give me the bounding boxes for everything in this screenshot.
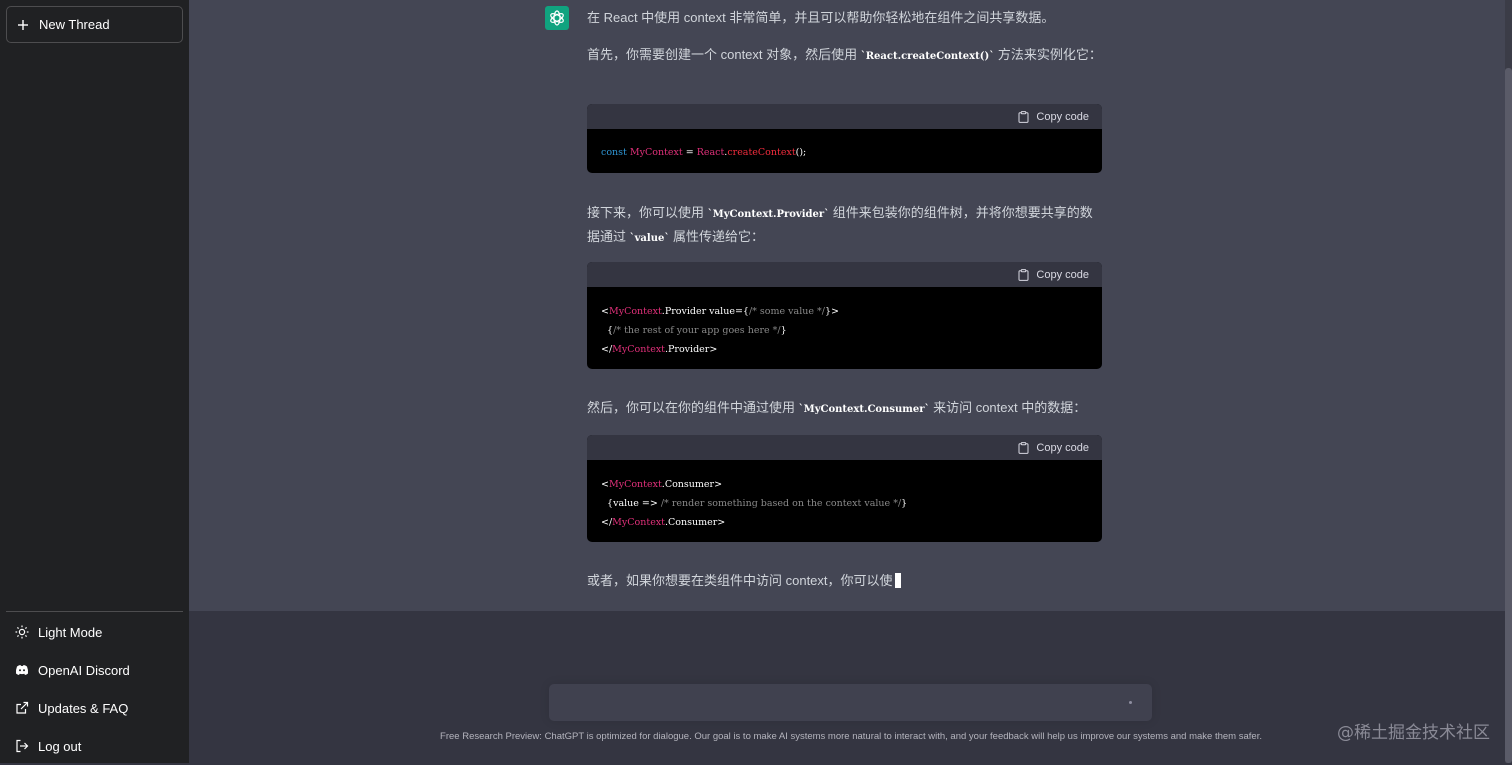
updates-faq-link[interactable]: Updates & FAQ [6,689,183,727]
new-thread-button[interactable]: New Thread [6,6,183,43]
copy-code-label: Copy code [1036,110,1089,123]
paragraph-3: 接下来，你可以使用 `MyContext.Provider` 组件来包装你的组件… [587,205,1093,244]
sun-icon [15,625,29,639]
typing-cursor [894,573,901,588]
copy-code-label: Copy code [1036,268,1089,281]
code-content: const MyContext = React.createContext(); [601,147,807,158]
plus-icon [18,19,28,30]
copy-code-button[interactable]: Copy code [587,435,1102,460]
watermark: @稀土掘金技术社区 [1337,723,1490,743]
light-mode-button[interactable]: Light Mode [6,613,183,651]
code-block-2: Copy code <MyContext.Provider value={/* … [587,262,1102,369]
sidebar: New Thread Light Mode OpenAI Discord Upd… [0,0,189,763]
code-content: <MyContext.Provider value={/* some value… [601,306,839,355]
inline-code: `React.createContext()` [860,51,995,62]
logout-button[interactable]: Log out [6,727,183,765]
copy-code-label: Copy code [1036,441,1089,454]
chat-main: 在 React 中使用 context 非常简单，并且可以帮助你轻松地在组件之间… [189,0,1505,763]
copy-code-button[interactable]: Copy code [587,262,1102,287]
external-link-icon [16,701,29,714]
openai-logo-icon [550,10,564,26]
code-content: <MyContext.Consumer> {value => /* render… [601,479,908,528]
prompt-input[interactable] [549,684,1152,721]
code-block-1: Copy code const MyContext = React.create… [587,104,1102,173]
paragraph-4: 然后，你可以在你的组件中通过使用 `MyContext.Consumer` 来访… [587,400,1087,415]
inline-code: `value` [629,233,670,244]
scrollbar-thumb[interactable] [1505,68,1512,763]
code-block-3: Copy code <MyContext.Consumer> {value =>… [587,435,1102,542]
openai-discord-label: OpenAI Discord [38,662,130,678]
logout-label: Log out [38,738,82,754]
updates-faq-label: Updates & FAQ [38,700,129,716]
clipboard-icon [1018,268,1029,281]
sidebar-divider [6,611,183,612]
assistant-message: 在 React 中使用 context 非常简单，并且可以帮助你轻松地在组件之间… [189,0,1505,611]
new-thread-label: New Thread [39,17,110,32]
logout-icon [16,739,29,753]
scrollbar[interactable] [1505,0,1512,763]
inline-code: `MyContext.Consumer` [798,404,930,415]
chatgpt-avatar [545,6,569,30]
inline-code: `MyContext.Provider` [707,209,830,220]
sidebar-menu: Light Mode OpenAI Discord Updates & FAQ [6,613,183,765]
clipboard-icon [1018,441,1029,454]
paragraph-5: 或者，如果你想要在类组件中访问 context，你可以使 [587,570,1102,592]
footer-disclaimer: Free Research Preview: ChatGPT is optimi… [440,731,1262,742]
paragraph-1: 在 React 中使用 context 非常简单，并且可以帮助你轻松地在组件之间… [587,10,1055,25]
copy-code-button[interactable]: Copy code [587,104,1102,129]
send-button[interactable] [1129,701,1132,704]
discord-icon [15,665,29,675]
paragraph-2: 首先，你需要创建一个 context 对象，然后使用 `React.create… [587,47,1102,62]
light-mode-label: Light Mode [38,624,103,640]
clipboard-icon [1018,110,1029,123]
openai-discord-link[interactable]: OpenAI Discord [6,651,183,689]
